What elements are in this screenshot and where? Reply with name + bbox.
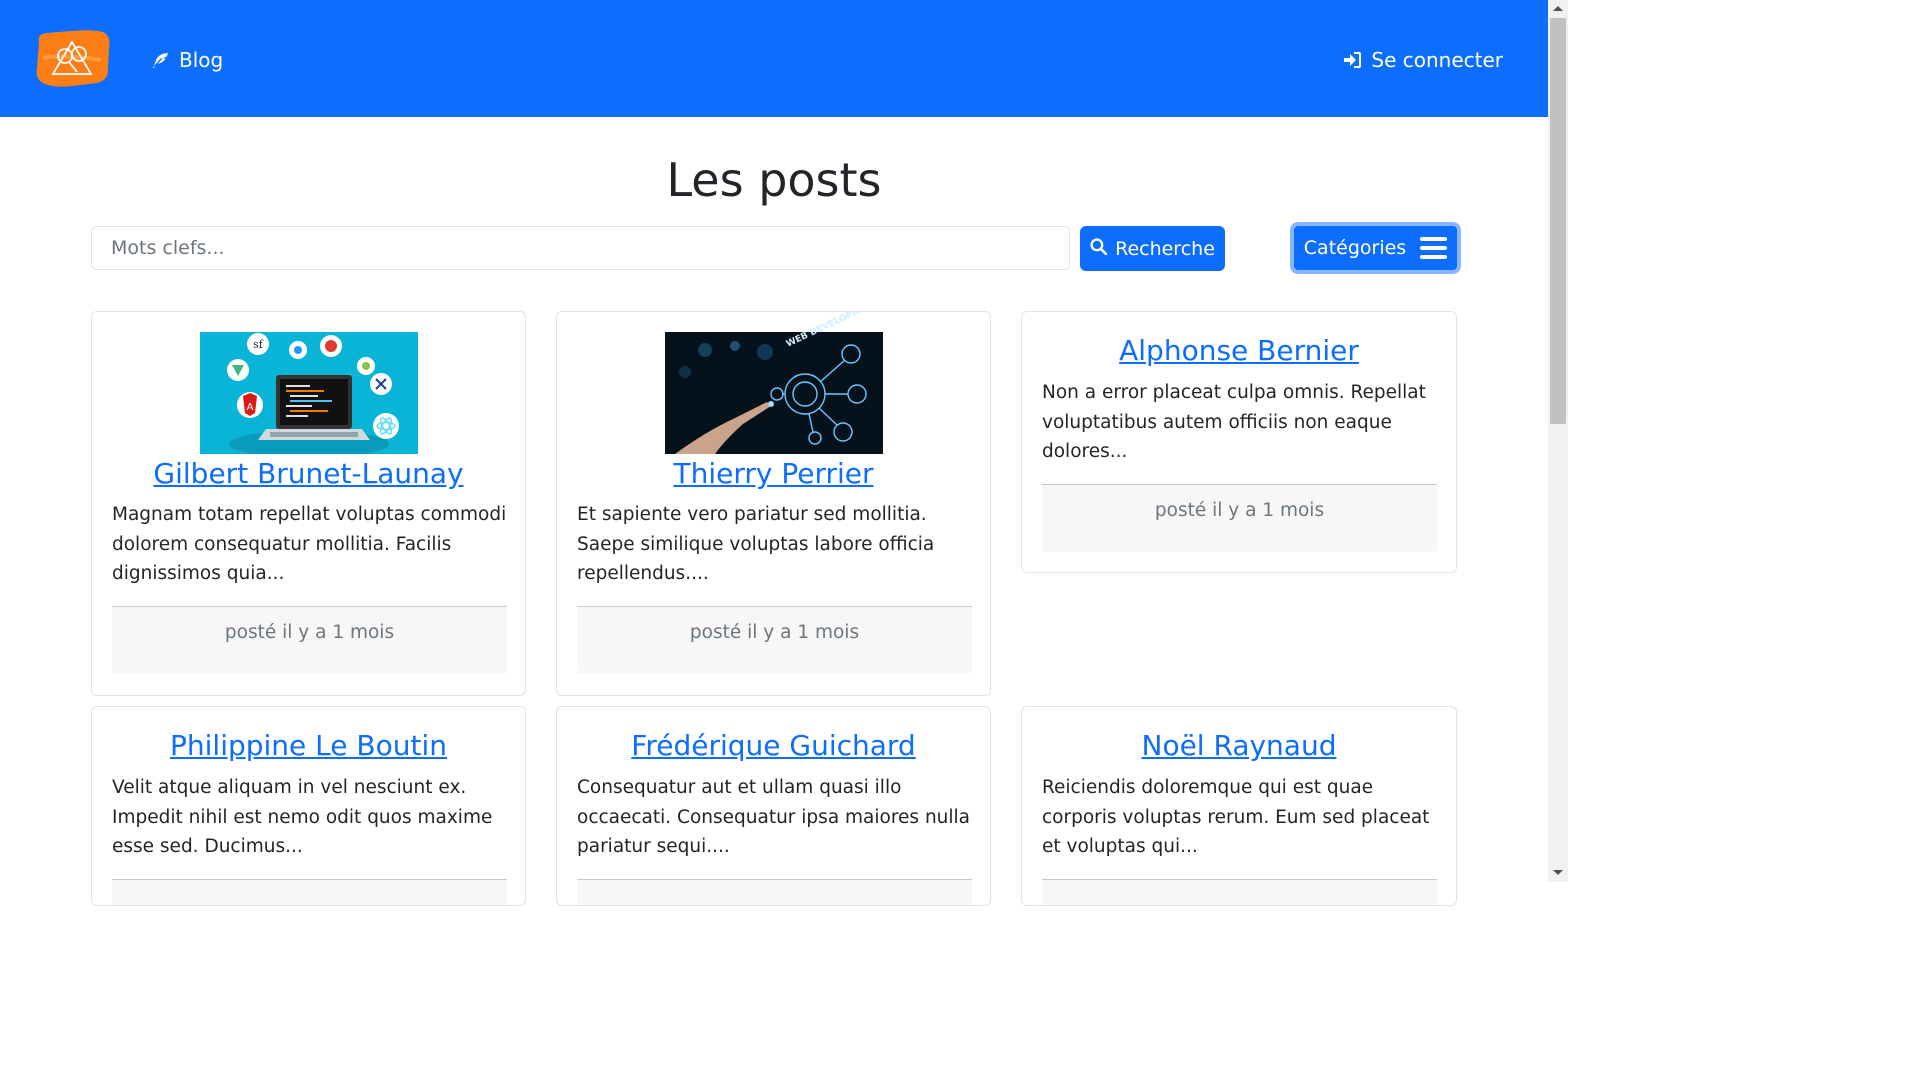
post-date: posté il y a 1 mois: [577, 606, 972, 674]
post-date-footer: [112, 879, 507, 905]
post-title-link[interactable]: Thierry Perrier: [557, 454, 990, 494]
post-card: sf A Gilbert Brunet-Launay Magnam totam …: [91, 311, 526, 696]
hamburger-menu-icon: [1420, 237, 1448, 259]
search-icon: [1090, 237, 1108, 260]
svg-text:A: A: [247, 402, 254, 413]
search-button[interactable]: Recherche: [1080, 226, 1225, 271]
post-title-link[interactable]: Gilbert Brunet-Launay: [92, 454, 525, 494]
nav-login-label: Se connecter: [1371, 48, 1503, 72]
post-date: posté il y a 1 mois: [1042, 484, 1437, 552]
post-excerpt: Reiciendis doloremque qui est quae corpo…: [1042, 777, 1430, 857]
post-excerpt: Non a error placeat culpa omnis. Repella…: [1042, 382, 1426, 462]
post-image-web-development[interactable]: WEB DEVELOPMENT: [665, 312, 883, 454]
post-title-link[interactable]: Alphonse Bernier: [1022, 331, 1456, 371]
post-card: Alphonse Bernier Non a error placeat cul…: [1021, 311, 1457, 573]
post-title-link[interactable]: Philippine Le Boutin: [92, 726, 525, 766]
nav-link-login[interactable]: Se connecter: [1343, 44, 1503, 76]
svg-text:sf: sf: [253, 338, 264, 351]
feather-icon: [152, 52, 169, 69]
scroll-down-arrow-icon[interactable]: [1553, 870, 1563, 875]
nav-link-blog[interactable]: Blog: [152, 44, 223, 76]
post-image-laptop-frameworks[interactable]: sf A: [200, 332, 418, 458]
post-card: Frédérique Guichard Consequatur aut et u…: [556, 706, 991, 906]
post-card: WEB DEVELOPMENT Thierry Perrier Et sapie…: [556, 311, 991, 696]
sign-in-icon: [1343, 52, 1362, 68]
page-title: Les posts: [666, 153, 882, 207]
search-button-label: Recherche: [1115, 237, 1215, 260]
post-card: Philippine Le Boutin Velit atque aliquam…: [91, 706, 526, 906]
post-title-link[interactable]: Frédérique Guichard: [557, 726, 990, 766]
scroll-up-arrow-icon[interactable]: [1553, 6, 1563, 11]
search-input[interactable]: [91, 226, 1070, 270]
navbar: Blog Se connecter: [0, 0, 1548, 117]
nav-blog-label: Blog: [179, 48, 224, 72]
post-card: Noël Raynaud Reiciendis doloremque qui e…: [1021, 706, 1457, 906]
post-date: posté il y a 1 mois: [112, 606, 507, 674]
post-excerpt: Et sapiente vero pariatur sed mollitia. …: [577, 504, 935, 584]
post-excerpt: Velit atque aliquam in vel nesciunt ex. …: [112, 777, 493, 857]
post-date-footer: [577, 879, 972, 905]
post-excerpt: Magnam totam repellat voluptas commodi d…: [112, 504, 507, 584]
categories-button-label: Catégories: [1303, 237, 1407, 259]
post-title-link[interactable]: Noël Raynaud: [1022, 726, 1456, 766]
scrollbar-thumb[interactable]: [1550, 18, 1566, 424]
post-date-footer: [1042, 879, 1437, 905]
categories-button[interactable]: Catégories: [1290, 222, 1461, 274]
brand-logo-icon[interactable]: [33, 28, 111, 88]
post-excerpt: Consequatur aut et ullam quasi illo occa…: [577, 777, 971, 857]
